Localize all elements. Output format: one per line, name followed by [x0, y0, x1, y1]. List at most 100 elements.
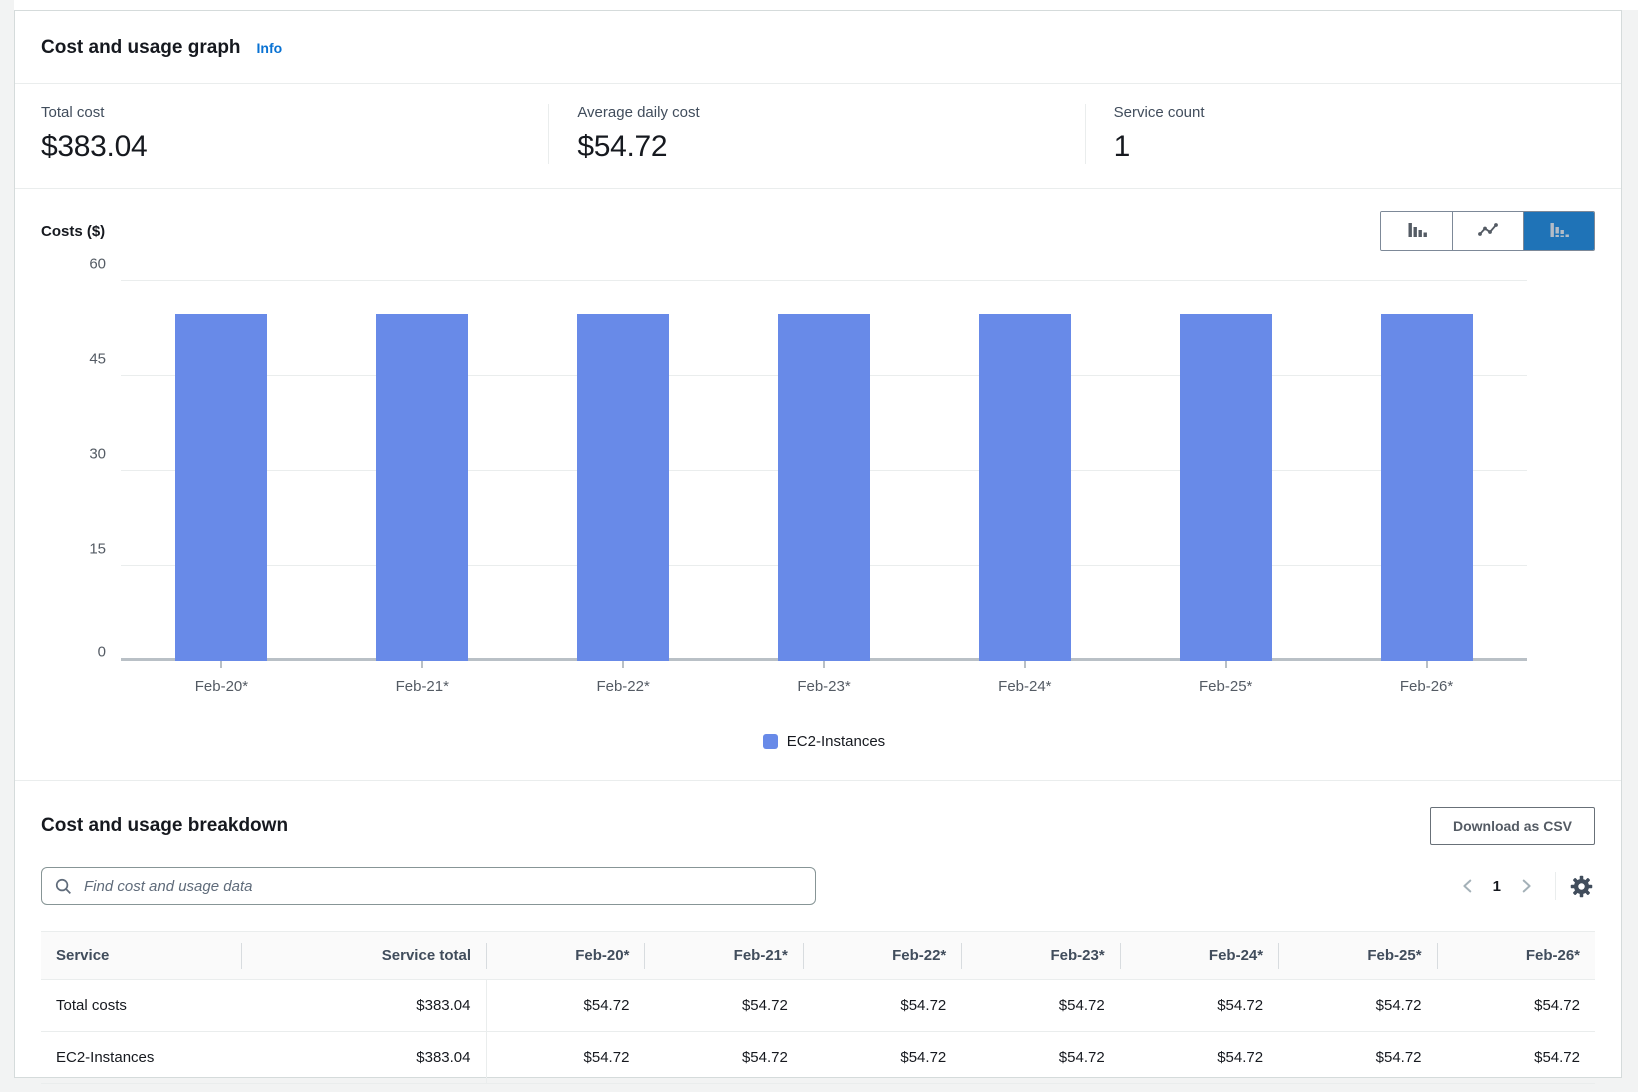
- previous-page-button[interactable]: [1451, 873, 1485, 899]
- stat-average-daily-cost: Average daily cost $54.72: [548, 104, 1084, 164]
- column-header-service-total: Service total: [241, 932, 486, 980]
- x-axis-tick: [220, 661, 222, 668]
- table-cell: $383.04: [241, 1032, 486, 1084]
- x-axis-label: Feb-20*: [195, 678, 248, 695]
- y-axis-tick-label: 15: [89, 541, 106, 558]
- table-cell: $54.72: [1437, 1032, 1595, 1084]
- gridline: [121, 280, 1527, 281]
- stat-label: Total cost: [41, 104, 548, 121]
- x-axis-label: Feb-23*: [797, 678, 850, 695]
- chart-header: Costs ($): [41, 211, 1595, 251]
- chart-type-toggle: [1380, 211, 1595, 251]
- bar-Feb-25*[interactable]: [1180, 314, 1272, 661]
- column-header-feb-22-: Feb-22*: [803, 932, 961, 980]
- search-input[interactable]: [82, 877, 803, 896]
- stat-service-count: Service count 1: [1085, 104, 1621, 164]
- breakdown-title: Cost and usage breakdown: [41, 815, 288, 837]
- x-axis-tick: [823, 661, 825, 668]
- table-cell: $54.72: [961, 980, 1119, 1032]
- y-axis-tick-label: 60: [89, 256, 106, 273]
- stat-label: Average daily cost: [577, 104, 1084, 121]
- line-chart-toggle-button[interactable]: [1452, 212, 1523, 250]
- cost-bar-chart: 015304560 Feb-20*Feb-21*Feb-22*Feb-23*Fe…: [41, 281, 1595, 750]
- breakdown-section: Cost and usage breakdown Download as CSV: [15, 781, 1621, 1084]
- bar-Feb-22*[interactable]: [577, 314, 669, 661]
- service-name-cell: EC2-Instances: [41, 1032, 241, 1084]
- table-cell: $54.72: [1120, 1032, 1278, 1084]
- bar-chart-icon: [1405, 218, 1429, 245]
- table-cell: $54.72: [961, 1032, 1119, 1084]
- column-header-feb-25-: Feb-25*: [1278, 932, 1436, 980]
- table-cell: $54.72: [486, 1032, 644, 1084]
- column-header-feb-24-: Feb-24*: [1120, 932, 1278, 980]
- table-row: Total costs$383.04$54.72$54.72$54.72$54.…: [41, 980, 1595, 1032]
- legend-label[interactable]: EC2-Instances: [787, 733, 885, 750]
- controls-divider: [1555, 872, 1556, 900]
- chart-y-axis-title: Costs ($): [41, 223, 105, 240]
- x-axis-label: Feb-22*: [596, 678, 649, 695]
- x-axis-tick: [622, 661, 624, 668]
- x-axis-tick: [1024, 661, 1026, 668]
- table-cell: $54.72: [803, 1032, 961, 1084]
- chart-legend: EC2-Instances: [121, 733, 1527, 750]
- x-axis-tick: [1426, 661, 1428, 668]
- chevron-right-icon: [1517, 877, 1535, 895]
- chart-section: Costs ($): [15, 189, 1621, 781]
- x-axis-tick: [1225, 661, 1227, 668]
- stat-value: 1: [1114, 130, 1621, 164]
- table-cell: $54.72: [1120, 980, 1278, 1032]
- next-page-button[interactable]: [1509, 873, 1543, 899]
- table-controls: 1: [41, 867, 1595, 905]
- table-cell: $54.72: [1278, 980, 1436, 1032]
- pagination-controls: 1: [1451, 872, 1595, 900]
- table-cell: $54.72: [1437, 980, 1595, 1032]
- table-cell: $54.72: [803, 980, 961, 1032]
- stat-value: $383.04: [41, 130, 548, 164]
- bar-Feb-23*[interactable]: [778, 314, 870, 661]
- breakdown-header: Cost and usage breakdown Download as CSV: [41, 807, 1595, 845]
- search-box[interactable]: [41, 867, 816, 905]
- summary-stats: Total cost $383.04 Average daily cost $5…: [15, 84, 1621, 189]
- bar-chart-plot: [121, 281, 1527, 661]
- bar-Feb-24*[interactable]: [979, 314, 1071, 661]
- table-cell: $383.04: [241, 980, 486, 1032]
- column-header-feb-23-: Feb-23*: [961, 932, 1119, 980]
- x-axis-tick: [421, 661, 423, 668]
- service-name-cell: Total costs: [41, 980, 241, 1032]
- table-cell: $54.72: [644, 980, 802, 1032]
- bar-Feb-26*[interactable]: [1381, 314, 1473, 661]
- x-axis-labels: Feb-20* Feb-21* Feb-22* Feb-23* Feb-24* Feb-2…: [121, 661, 1527, 709]
- bar-chart-toggle-button[interactable]: [1381, 212, 1452, 250]
- x-axis-label: Feb-26*: [1400, 678, 1453, 695]
- stacked-bar-chart-toggle-button[interactable]: [1523, 212, 1594, 250]
- table-settings-button[interactable]: [1568, 873, 1595, 900]
- y-axis-tick-label: 45: [89, 351, 106, 368]
- cost-and-usage-card: Cost and usage graph Info Total cost $38…: [14, 10, 1622, 1078]
- y-axis-tick-label: 0: [98, 644, 106, 661]
- table-cell: $54.72: [644, 1032, 802, 1084]
- column-header-feb-21-: Feb-21*: [644, 932, 802, 980]
- download-csv-button[interactable]: Download as CSV: [1430, 807, 1595, 845]
- chevron-left-icon: [1459, 877, 1477, 895]
- stacked-bar-chart-icon: [1547, 218, 1571, 245]
- current-page-number[interactable]: 1: [1485, 878, 1509, 895]
- bar-Feb-20*[interactable]: [175, 314, 267, 661]
- y-axis-tick-label: 30: [89, 446, 106, 463]
- line-chart-icon: [1476, 218, 1500, 245]
- bar-Feb-21*[interactable]: [376, 314, 468, 661]
- y-axis-labels: 015304560: [41, 281, 121, 661]
- gear-icon: [1570, 875, 1593, 898]
- stat-label: Service count: [1114, 104, 1621, 121]
- card-header: Cost and usage graph Info: [15, 11, 1621, 84]
- page-background-top: [14, 0, 1638, 10]
- search-icon: [54, 877, 73, 896]
- table-row: EC2-Instances$383.04$54.72$54.72$54.72$5…: [41, 1032, 1595, 1084]
- info-link[interactable]: Info: [257, 40, 283, 56]
- x-axis-label: Feb-21*: [396, 678, 449, 695]
- legend-swatch[interactable]: [763, 734, 778, 749]
- table-cell: $54.72: [486, 980, 644, 1032]
- x-axis-label: Feb-24*: [998, 678, 1051, 695]
- table-cell: $54.72: [1278, 1032, 1436, 1084]
- column-header-feb-26-: Feb-26*: [1437, 932, 1595, 980]
- column-header-service: Service: [41, 932, 241, 980]
